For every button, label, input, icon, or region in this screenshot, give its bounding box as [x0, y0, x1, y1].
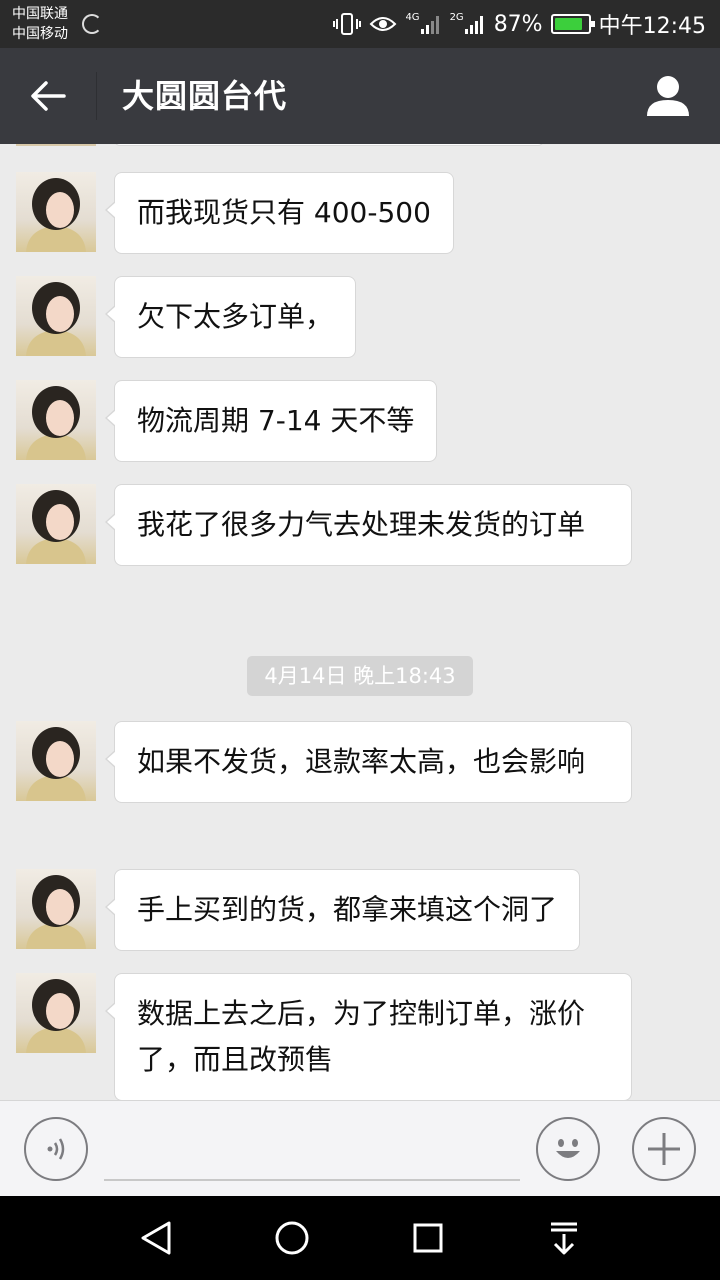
nav-back-icon [141, 1221, 171, 1255]
status-bar: 中国联通 中国移动 4G 2G 87% 中午12:45 [0, 0, 720, 48]
message-bubble-partial[interactable] [114, 144, 544, 146]
status-indicators: 4G 2G 87% 中午12:45 [333, 0, 706, 48]
avatar[interactable] [16, 973, 96, 1053]
nav-recents-icon [413, 1223, 443, 1253]
message-text: 如果不发货，退款率太高，也会影响 [137, 745, 586, 778]
signal-4g-icon: 4G [405, 13, 441, 35]
avatar[interactable] [16, 276, 96, 356]
nav-back-button[interactable] [132, 1214, 180, 1262]
person-icon [647, 76, 689, 116]
message-bubble[interactable]: 如果不发货，退款率太高，也会影响 [105, 721, 632, 803]
nav-home-icon [275, 1221, 309, 1255]
message-bubble[interactable]: 手上买到的货，都拿来填这个洞了 [104, 869, 581, 951]
message-bubble[interactable]: 而我现货只有 400-500 [105, 172, 454, 254]
back-button[interactable] [20, 72, 76, 120]
avatar[interactable] [16, 721, 96, 801]
battery-percent: 87% [493, 11, 543, 37]
nav-home-button[interactable] [268, 1214, 316, 1262]
message-text: 数据上去之后，为了控制订单，涨价了，而且改预售 [137, 997, 586, 1076]
network-type-2: 2G [449, 12, 464, 23]
vibrate-icon [333, 12, 362, 36]
avatar[interactable] [16, 869, 96, 949]
avatar[interactable] [16, 144, 96, 146]
emoji-button[interactable] [536, 1117, 600, 1181]
title-divider [96, 72, 97, 120]
message-bubble[interactable]: 数据上去之后，为了控制订单，涨价了，而且改预售 [105, 973, 632, 1100]
carrier-1: 中国联通 [12, 6, 68, 22]
avatar[interactable] [16, 380, 96, 460]
navigation-bar [0, 1196, 720, 1280]
voice-button[interactable] [24, 1117, 88, 1181]
message-bubble[interactable]: 物流周期 7-14 天不等 [104, 380, 438, 462]
emoji-icon [556, 1139, 580, 1158]
carrier-info: 中国联通 中国移动 [12, 4, 68, 44]
signal-2g-icon: 2G [450, 13, 486, 35]
input-bar [0, 1100, 720, 1196]
message-bubble[interactable]: 欠下太多订单， [104, 276, 357, 358]
avatar[interactable] [16, 484, 96, 564]
network-type-1: 4G [405, 12, 420, 23]
message-bubble[interactable]: 我花了很多力气去处理未发货的订单 [105, 484, 632, 566]
carrier-2: 中国移动 [12, 26, 68, 42]
message-text: 手上买到的货，都拿来填这个洞了 [137, 893, 558, 926]
message-text: 我花了很多力气去处理未发货的订单 [137, 508, 586, 541]
chat-title: 大圆圆台代 [122, 77, 288, 115]
nav-recents-button[interactable] [404, 1214, 452, 1262]
battery-icon [550, 14, 595, 34]
title-bar: 大圆圆台代 [0, 48, 720, 144]
plus-button[interactable] [632, 1117, 696, 1181]
voice-icon [47, 1138, 65, 1160]
eye-icon [369, 14, 397, 34]
message-text: 物流周期 7-14 天不等 [137, 404, 415, 437]
nav-pulldown-icon [551, 1222, 577, 1255]
back-arrow-icon [31, 81, 66, 111]
message-text: 而我现货只有 400-500 [137, 196, 431, 229]
clock: 中午12:45 [598, 14, 706, 39]
nav-pulldown-button[interactable] [540, 1214, 588, 1262]
chat-area[interactable]: 而我现货只有 400-500 欠下太多订单， 物流周期 7-14 天不等 我花了… [0, 144, 720, 1100]
timestamp: 4月14日 晚上18:43 [247, 656, 473, 696]
plus-icon [648, 1133, 680, 1165]
message-input[interactable] [104, 1121, 520, 1181]
message-text: 欠下太多订单， [137, 300, 334, 333]
avatar[interactable] [16, 172, 96, 252]
profile-button[interactable] [644, 72, 692, 120]
sync-icon [82, 14, 102, 34]
